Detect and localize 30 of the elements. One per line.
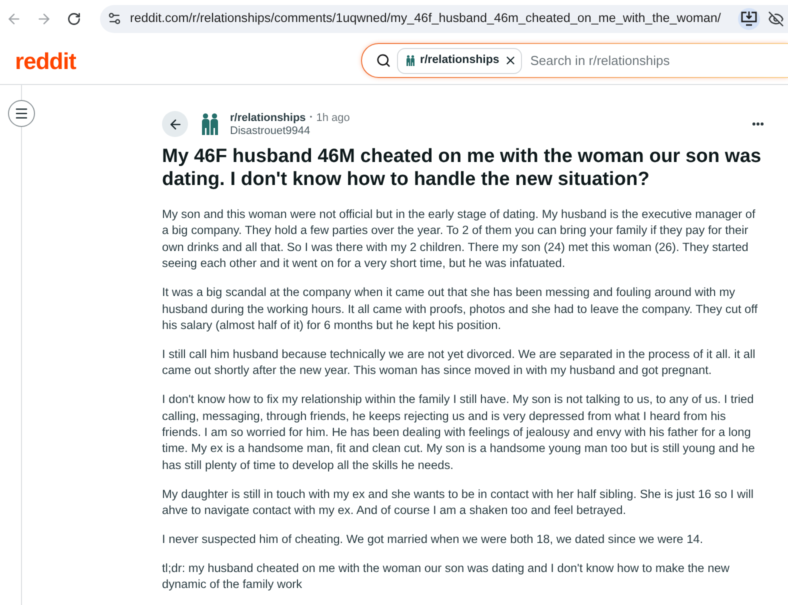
menu-icon [14, 106, 29, 121]
subreddit-link[interactable]: r/relationships [230, 111, 306, 125]
post-title: My 46F husband 46M cheated on me with the woman our son was dating. I don't know how to handle the new situation? [162, 145, 762, 191]
post-paragraph: My daughter is still in touch with my ex and she wants to be in contact with her half sibling. She is just 16 so I will ahve to navigate contact with my ex. And of course I am a shaken too and feel betrayed. [162, 486, 755, 518]
install-app-button[interactable] [738, 8, 760, 30]
eye-off-icon[interactable] [768, 10, 784, 26]
chip-label: r/relationships [420, 52, 500, 68]
back-button[interactable] [162, 111, 188, 137]
monitor-download-icon [741, 11, 757, 26]
close-icon[interactable] [504, 54, 518, 67]
post-paragraph: I still call him husband because technically we are not yet divorced. We are separated in the process of it all. it all came out shortly after the new year. This woman has since moved in with my husband and got pregnant. [162, 346, 756, 379]
reload-icon [67, 12, 81, 26]
search-input[interactable]: Search in r/relationships [530, 50, 788, 70]
sliders-icon [107, 11, 122, 26]
post-time: 1h ago [316, 111, 350, 125]
search-icon [376, 53, 391, 68]
menu-button[interactable] [8, 100, 35, 127]
people-icon [201, 113, 219, 135]
post-paragraph: My son and this woman were not official but in the early stage of dating. My husband is the executive manager of a big company. They hold a few parties over the year. To 2 of them you can bring your family if they pay for their own drinks and all that. So I was there with my 2 children. There my son (24) met this woman (26). They started seeing each other and it went on for a very short time, but he was infatuated. [162, 206, 756, 272]
post-paragraph: It was a big scandal at the company when it came out that she has been messing and fouling around with my husband during the working hours. It all came with proofs, photos and she had to leave the company. They cut off his salary (almost half of it) for 6 months but he kept his position. [162, 284, 759, 334]
url-text: reddit.com/r/relationships/comments/1uqwned/my_46f_husband_46m_cheated_on_me_with_the_woman/ [130, 10, 721, 28]
post-paragraph: tl;dr: my husband cheated on me with the woman our son was dating and I don't know how to make the new dynamic of the family work [162, 560, 730, 593]
community-chip[interactable]: r/relationships [397, 48, 522, 74]
forward-arrow-icon [36, 10, 52, 26]
author-link[interactable]: Disastrouet9944 [230, 125, 350, 138]
people-icon [406, 55, 415, 66]
post-paragraph: I don't know how to fix my relationship within the family I still have. My son is not talking to us, to any of us. I tried calling, messaging, through friends, he keeps rejecting us and is very depressed from what I heard from his friends. I am so worried for him. He has been dealing with feelings of jealousy and envy with his father for a long time. My ex is a handsome man, fit and clean cut. My son is a handsome young man too but is still young and he has still plenty of time to develop all the skills he needs. [162, 391, 756, 474]
post-paragraph: I never suspected him of cheating. We got married when we were both 18, we dated since we were 14. [162, 531, 704, 548]
address-bar[interactable]: reddit.com/r/relationships/comments/1uqwned/my_46f_husband_46m_cheated_on_me_with_the_woman/ [100, 4, 788, 32]
search-bar[interactable]: r/relationships Search in r/relationships [361, 43, 788, 78]
